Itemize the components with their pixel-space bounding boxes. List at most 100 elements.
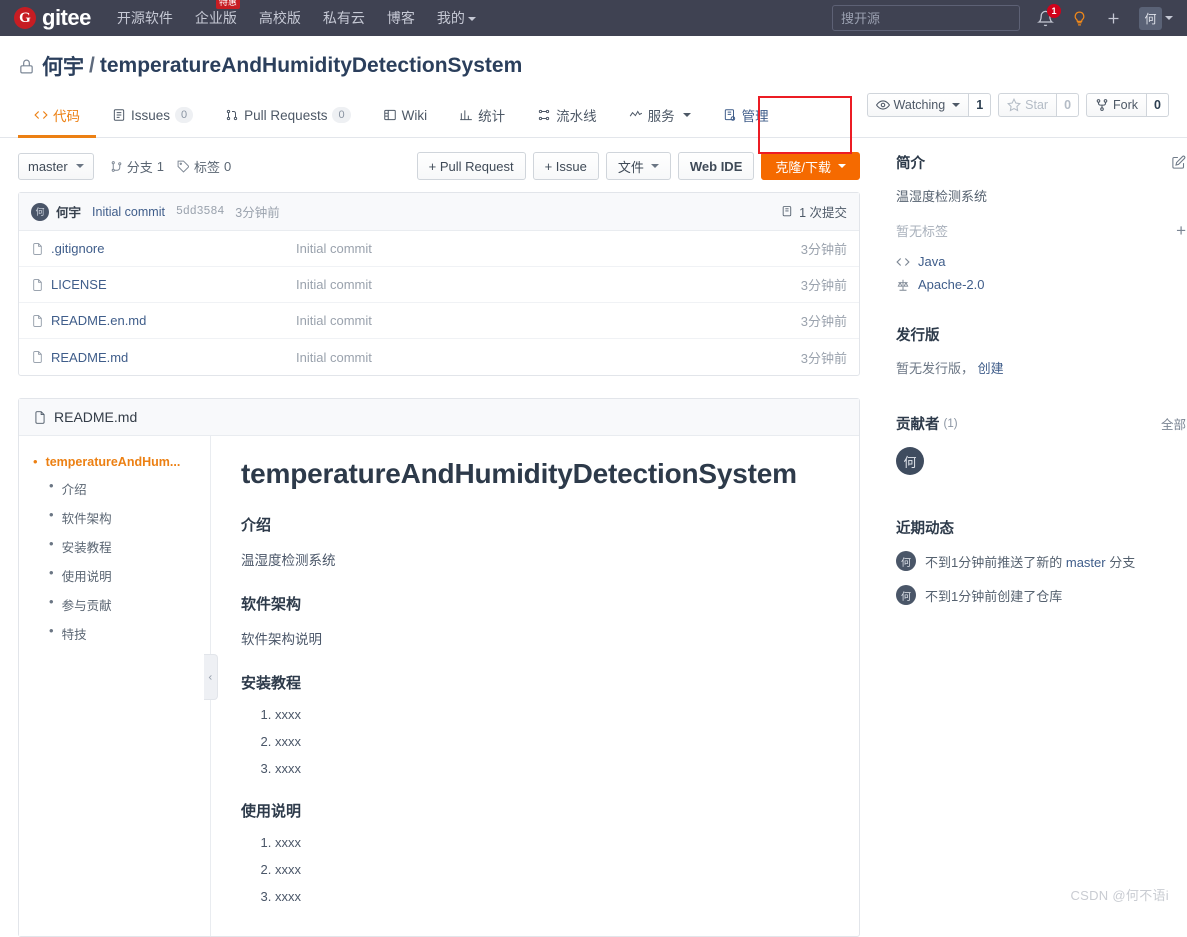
search-input[interactable] <box>832 5 1020 31</box>
toc-item[interactable]: • 特技 <box>25 619 204 648</box>
table-row[interactable]: .gitignore Initial commit 3分钟前 <box>19 231 859 267</box>
releases-empty-text: 暂无发行版， <box>896 361 975 376</box>
readme-section-heading: 使用说明 <box>241 803 302 820</box>
releases-empty-row: 暂无发行版， 创建 <box>896 358 1186 377</box>
gitee-logo[interactable]: G gitee <box>14 7 91 29</box>
file-time: 3分钟前 <box>800 278 847 293</box>
create-new-button[interactable] <box>1105 10 1122 27</box>
new-issue-button[interactable]: + Issue <box>532 152 599 180</box>
tab-services[interactable]: 服务 <box>613 94 707 138</box>
file-link[interactable]: .gitignore <box>31 241 296 256</box>
chevron-down-icon <box>650 164 659 168</box>
create-release-link[interactable]: 创建 <box>978 361 1004 376</box>
toc-item[interactable]: • 参与贡献 <box>25 590 204 619</box>
avatar[interactable]: 何 <box>896 551 916 571</box>
file-name: .gitignore <box>51 241 105 256</box>
activity-prefix: 不到1分钟前创建了仓库 <box>925 588 1063 604</box>
nav-link-privatecloud-label: 私有云 <box>322 10 365 26</box>
tab-issues-label: Issues <box>131 107 171 123</box>
user-menu[interactable]: 何 <box>1139 6 1173 30</box>
files-menu-button[interactable]: 文件 <box>605 152 671 180</box>
tab-issues[interactable]: Issues 0 <box>96 94 209 138</box>
toc-item[interactable]: • 使用说明 <box>25 561 204 590</box>
file-icon <box>35 410 45 424</box>
file-name: README.md <box>51 349 129 365</box>
tab-manage[interactable]: 管理 <box>707 94 785 138</box>
bullet-icon: • <box>49 507 54 523</box>
file-time: 3分钟前 <box>800 350 847 366</box>
toc-item[interactable]: • 软件架构 <box>25 503 204 532</box>
chevron-down-icon <box>75 164 84 168</box>
tab-wiki-label: Wiki <box>401 107 428 123</box>
avatar[interactable]: 何 <box>896 585 916 605</box>
license-scale-icon <box>897 279 909 291</box>
toc-item[interactable]: • 介绍 <box>25 474 204 503</box>
tab-stats[interactable]: 统计 <box>443 94 521 138</box>
chevron-down-icon <box>467 17 476 22</box>
activity-branch[interactable]: master <box>1066 555 1106 570</box>
tab-code[interactable]: 代码 <box>18 94 96 138</box>
edit-intro-button[interactable] <box>1171 155 1186 170</box>
chevron-down-icon <box>682 113 691 117</box>
activity-prefix: 不到1分钟前推送了新的 <box>925 554 1063 570</box>
readme-section-text: 软件架构说明 <box>241 632 322 647</box>
contributors-all-link[interactable]: 全部 <box>1161 414 1186 433</box>
nav-link-mine-label: 我的 <box>436 10 465 26</box>
nav-link-edu[interactable]: 高校版 <box>259 8 301 28</box>
file-link[interactable]: README.md <box>31 350 296 365</box>
gitee-logo-text: gitee <box>42 5 91 30</box>
repo-license-label[interactable]: Apache-2.0 <box>918 277 985 292</box>
nav-link-blog[interactable]: 博客 <box>387 8 415 28</box>
file-link[interactable]: LICENSE <box>31 277 296 292</box>
nav-link-enterprise[interactable]: 特惠 企业版 <box>195 0 240 28</box>
suggestion-bulb-button[interactable] <box>1071 10 1088 27</box>
list-item: xxxx <box>275 889 829 904</box>
code-icon <box>896 257 910 266</box>
toc-collapse-handle[interactable] <box>204 654 218 700</box>
repo-name-link[interactable]: temperatureAndHumidityDetectionSystem <box>100 54 522 78</box>
edit-icon <box>1172 155 1186 169</box>
tab-pull-requests[interactable]: Pull Requests 0 <box>209 94 366 138</box>
toc-item[interactable]: • 安装教程 <box>25 532 204 561</box>
tab-code-label: 代码 <box>53 109 80 124</box>
new-pull-request-button[interactable]: + Pull Request <box>416 152 526 180</box>
list-item: xxxx <box>275 761 829 776</box>
tab-manage-label: 管理 <box>741 109 769 124</box>
commit-message[interactable]: Initial commit <box>92 205 165 219</box>
branches-link[interactable]: 分支 1 <box>110 157 164 176</box>
repo-toolbar: master 分支 1 标签 0 + Pull Request + Issue <box>18 138 860 192</box>
issue-icon <box>113 109 125 121</box>
web-ide-button[interactable]: Web IDE <box>677 152 755 180</box>
files-menu-label: 文件 <box>617 159 644 175</box>
commit-author-name[interactable]: 何宇 <box>56 202 81 221</box>
table-row[interactable]: README.md Initial commit 3分钟前 <box>19 339 859 375</box>
file-name: README.en.md <box>51 313 147 328</box>
commit-count-link[interactable]: 1 次提交 <box>781 202 847 221</box>
tags-link[interactable]: 标签 0 <box>177 157 231 176</box>
nav-link-opensource[interactable]: 开源软件 <box>117 8 173 28</box>
tab-wiki[interactable]: Wiki <box>367 94 444 138</box>
commit-sha[interactable]: 5dd3584 <box>176 205 224 218</box>
nav-link-privatecloud[interactable]: 私有云 <box>323 8 365 28</box>
nav-link-opensource-label: 开源软件 <box>116 10 173 26</box>
repo-owner-link[interactable]: 何宇 <box>42 51 84 81</box>
notifications-button[interactable]: 1 <box>1037 3 1061 27</box>
contributors-count: (1) <box>943 417 958 430</box>
table-row[interactable]: README.en.md Initial commit 3分钟前 <box>19 303 859 339</box>
avatar[interactable]: 何 <box>896 447 924 475</box>
clone-download-button[interactable]: 克隆/下载 <box>761 152 860 180</box>
commit-author-avatar: 何 <box>31 202 49 221</box>
add-tag-button[interactable]: + <box>1176 222 1186 239</box>
activity-heading-row: 近期动态 <box>896 517 1186 538</box>
wiki-icon <box>383 109 396 121</box>
repo-language-label[interactable]: Java <box>918 254 945 269</box>
toc-item-root[interactable]: • temperatureAndHum... <box>25 450 204 474</box>
file-link[interactable]: README.en.md <box>31 313 296 328</box>
nav-link-mine[interactable]: 我的 <box>437 8 476 28</box>
table-row[interactable]: LICENSE Initial commit 3分钟前 <box>19 267 859 303</box>
tab-issues-count: 0 <box>175 106 194 124</box>
list-item: xxxx <box>275 707 829 722</box>
activity-heading: 近期动态 <box>896 521 954 537</box>
branch-selector[interactable]: master <box>18 152 94 180</box>
tab-pipeline[interactable]: 流水线 <box>521 94 613 138</box>
